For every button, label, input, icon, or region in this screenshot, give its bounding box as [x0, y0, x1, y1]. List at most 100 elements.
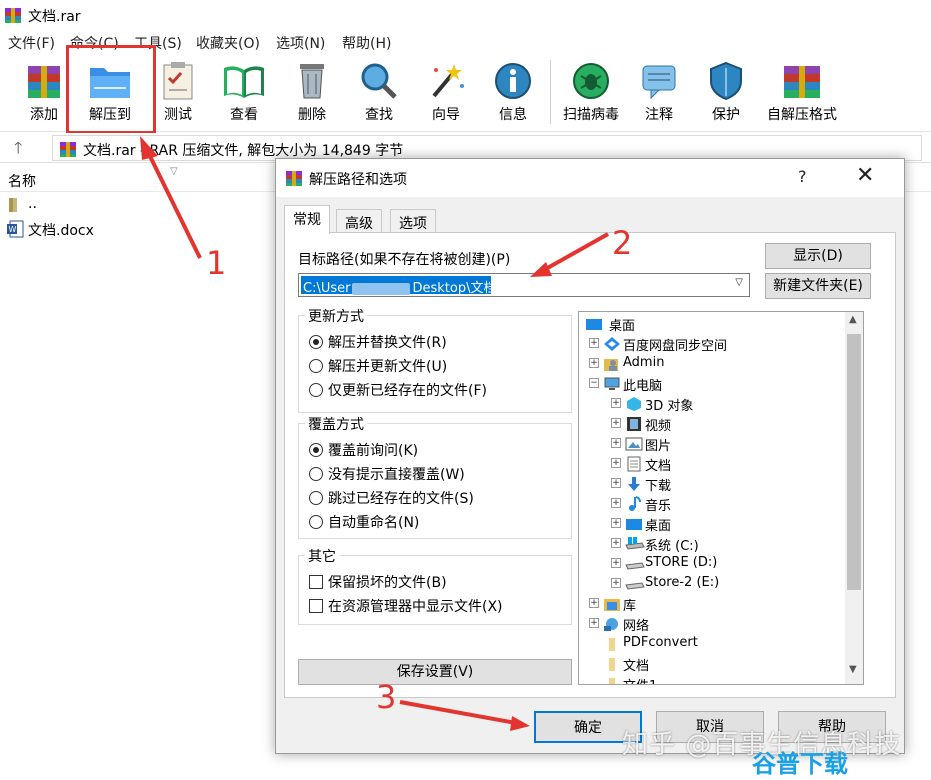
collapse-minus-icon[interactable]: −: [589, 378, 599, 388]
scan-virus-button[interactable]: 扫描病毒: [556, 58, 626, 128]
expand-plus-icon[interactable]: +: [611, 398, 621, 408]
wizard-label: 向导: [432, 107, 460, 123]
folder-tree[interactable]: 桌面 + 百度网盘同步空间 + Admin − 此电脑 +3D 对象 + 视频 + 图片 …: [578, 311, 864, 685]
radio-selected[interactable]: [309, 335, 323, 349]
download-icon: [628, 477, 640, 491]
up-arrow-icon[interactable]: 🡑: [14, 137, 22, 164]
comment-label: 注释: [645, 107, 673, 123]
overwrite-option-skip[interactable]: 跳过已经存在的文件(S): [309, 488, 474, 508]
add-archive-icon: [28, 66, 60, 98]
scroll-up-icon[interactable]: ▲: [849, 314, 857, 325]
overwrite-option-silent[interactable]: 没有提示直接覆盖(W): [309, 464, 465, 484]
shield-icon: [710, 61, 742, 101]
tab-advanced[interactable]: 高级: [336, 209, 382, 233]
trash-icon: [300, 64, 324, 99]
info-button[interactable]: 信息: [481, 58, 545, 128]
save-settings-button[interactable]: 保存设置(V): [298, 659, 572, 685]
desktop-icon: [626, 519, 642, 530]
watermark-logo: 谷普下载: [752, 750, 848, 778]
radio[interactable]: [309, 467, 323, 481]
folder-icon: [609, 638, 615, 651]
expand-plus-icon[interactable]: +: [589, 358, 599, 368]
scroll-down-icon[interactable]: ▼: [849, 664, 857, 675]
target-path-input[interactable]: C:\User Desktop\文档 ▽: [298, 273, 750, 297]
expand-plus-icon[interactable]: +: [611, 458, 621, 468]
overwrite-option-rename[interactable]: 自动重命名(N): [309, 512, 419, 532]
radio-selected[interactable]: [309, 443, 323, 457]
dialog-titlebar: 解压路径和选项 ? ✕: [276, 159, 904, 197]
info-icon: [495, 63, 531, 99]
drive-icon: [625, 562, 645, 570]
window-title: 文档.rar: [28, 9, 81, 25]
dialog-title: 解压路径和选项: [309, 172, 407, 188]
expand-plus-icon[interactable]: +: [611, 518, 621, 528]
radio[interactable]: [309, 491, 323, 505]
drive-icon: [625, 582, 645, 590]
scan-virus-label: 扫描病毒: [563, 107, 619, 123]
magic-wand-icon: [432, 64, 464, 98]
comment-button[interactable]: 注释: [627, 58, 691, 128]
expand-plus-icon[interactable]: +: [589, 338, 599, 348]
expand-plus-icon[interactable]: +: [611, 438, 621, 448]
file-list: .. W 文档.docx: [0, 193, 280, 241]
3d-objects-icon: [627, 397, 641, 411]
update-option-existing-only[interactable]: 仅更新已经存在的文件(F): [309, 380, 487, 400]
music-icon: [629, 496, 641, 511]
menu-favorites[interactable]: 收藏夹(O): [196, 33, 260, 53]
update-option-replace[interactable]: 解压并替换文件(R): [309, 332, 447, 352]
library-icon: [604, 599, 620, 611]
scroll-thumb[interactable]: [847, 334, 861, 590]
column-name-header[interactable]: 名称: [8, 171, 36, 191]
list-item[interactable]: ..: [0, 193, 280, 217]
delete-button[interactable]: 删除: [280, 58, 344, 128]
annotation-2: 2: [612, 224, 633, 262]
target-path-selection: C:\User Desktop\文档: [301, 276, 496, 296]
view-button[interactable]: 查看: [212, 58, 276, 128]
checkbox[interactable]: [309, 575, 323, 589]
dialog-close-button[interactable]: ✕: [856, 163, 874, 188]
info-label: 信息: [499, 107, 527, 123]
folder-icon: [609, 658, 615, 671]
expand-plus-icon[interactable]: +: [611, 578, 621, 588]
radio[interactable]: [309, 383, 323, 397]
extract-dialog: 解压路径和选项 ? ✕ 常规 高级 选项 目标路径(如果不存在将被创建)(P) …: [275, 158, 905, 754]
menu-file[interactable]: 文件(F): [8, 33, 55, 53]
tab-general[interactable]: 常规: [284, 205, 330, 234]
tree-scrollbar[interactable]: ▲ ▼: [845, 312, 863, 684]
update-mode-group: 更新方式 解压并替换文件(R) 解压并更新文件(U) 仅更新已经存在的文件(F): [298, 306, 572, 413]
wizard-button[interactable]: 向导: [414, 58, 478, 128]
overwrite-option-ask[interactable]: 覆盖前询问(K): [309, 440, 418, 460]
checkbox[interactable]: [309, 599, 323, 613]
user-folder-icon: [604, 359, 618, 371]
expand-plus-icon[interactable]: +: [611, 418, 621, 428]
dialog-help-button[interactable]: ?: [798, 167, 807, 186]
update-option-update[interactable]: 解压并更新文件(U): [309, 356, 447, 376]
find-button[interactable]: 查找: [347, 58, 411, 128]
expand-plus-icon[interactable]: +: [589, 598, 599, 608]
sfx-button[interactable]: 自解压格式: [762, 58, 842, 128]
keep-broken-files-option[interactable]: 保留损坏的文件(B): [309, 572, 447, 592]
radio[interactable]: [309, 359, 323, 373]
chevron-down-icon[interactable]: ▽: [735, 277, 743, 288]
magnifier-icon: [361, 63, 397, 99]
tab-options[interactable]: 选项: [390, 209, 436, 233]
list-item-label: 文档.docx: [28, 223, 94, 239]
expand-plus-icon[interactable]: +: [611, 538, 621, 548]
winrar-app-icon: [5, 8, 21, 23]
expand-plus-icon[interactable]: +: [611, 558, 621, 568]
menu-options[interactable]: 选项(N): [276, 33, 325, 53]
protect-button[interactable]: 保护: [694, 58, 758, 128]
list-item[interactable]: W 文档.docx: [0, 217, 280, 241]
virus-scan-icon: [573, 63, 609, 99]
expand-plus-icon[interactable]: +: [611, 478, 621, 488]
radio[interactable]: [309, 515, 323, 529]
annotation-3: 3: [376, 678, 397, 716]
show-in-explorer-option[interactable]: 在资源管理器中显示文件(X): [309, 596, 503, 616]
show-button[interactable]: 显示(D): [765, 243, 871, 269]
menu-help[interactable]: 帮助(H): [342, 33, 391, 53]
expand-plus-icon[interactable]: +: [589, 618, 599, 628]
computer-icon: [604, 377, 620, 390]
expand-plus-icon[interactable]: +: [611, 498, 621, 508]
new-folder-button[interactable]: 新建文件夹(E): [765, 273, 871, 299]
annotation-1: 1: [206, 244, 227, 282]
